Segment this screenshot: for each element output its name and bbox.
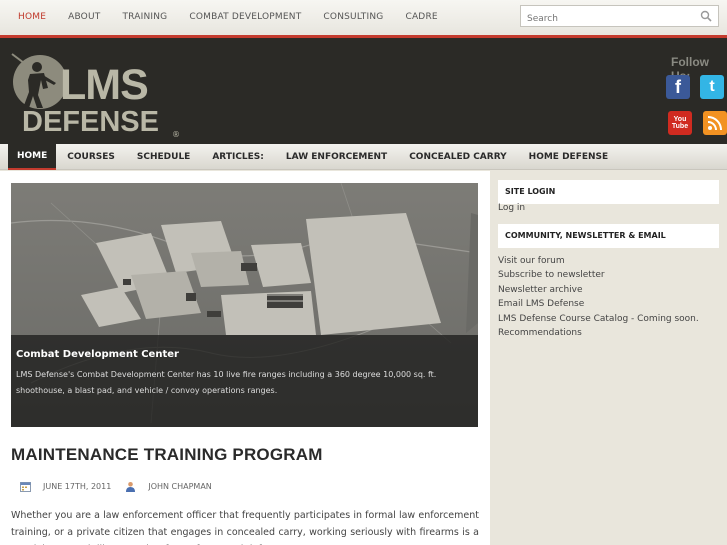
forum-link[interactable]: Visit our forum: [498, 256, 565, 266]
site-logo[interactable]: LMS DEFENSE ®: [8, 46, 188, 139]
main-nav-articles[interactable]: ARTICLES:: [201, 144, 275, 170]
featured-slider[interactable]: Combat Development Center LMS Defense's …: [11, 183, 478, 427]
log-in-link[interactable]: Log in: [498, 203, 525, 213]
top-nav-about[interactable]: ABOUT: [68, 12, 100, 22]
registered-mark: ®: [172, 130, 180, 139]
search-box: [520, 5, 719, 29]
post-author[interactable]: JOHN CHAPMAN: [148, 482, 211, 491]
top-bar: HOME ABOUT TRAINING COMBAT DEVELOPMENT C…: [0, 0, 727, 35]
youtube-icon[interactable]: You Tube: [668, 111, 692, 135]
top-nav-combat-development[interactable]: COMBAT DEVELOPMENT: [189, 12, 301, 22]
search-icon[interactable]: [700, 10, 712, 22]
main-nav-home-defense[interactable]: HOME DEFENSE: [518, 144, 620, 170]
top-nav-home[interactable]: HOME: [18, 12, 46, 22]
top-nav-cadre[interactable]: CADRE: [405, 12, 437, 22]
subscribe-newsletter-link[interactable]: Subscribe to newsletter: [498, 270, 605, 280]
main-nav-law-enforcement[interactable]: LAW ENFORCEMENT: [275, 144, 398, 170]
search-input[interactable]: [521, 9, 691, 29]
calendar-icon: [20, 481, 31, 492]
sidebar: SITE LOGIN Log in COMMUNITY, NEWSLETTER …: [490, 171, 727, 545]
top-nav-consulting[interactable]: CONSULTING: [323, 12, 383, 22]
main-nav-home[interactable]: HOME: [8, 144, 57, 170]
slider-caption: Combat Development Center LMS Defense's …: [11, 335, 478, 427]
post-meta: JUNE 17TH, 2011 JOHN CHAPMAN: [20, 480, 212, 492]
top-nav-training[interactable]: TRAINING: [122, 12, 167, 22]
slider-caption-title: Combat Development Center: [16, 349, 179, 360]
email-link[interactable]: Email LMS Defense: [498, 299, 584, 309]
logo-text-defense: DEFENSE: [22, 106, 159, 138]
main-nav-concealed-carry[interactable]: CONCEALED CARRY: [398, 144, 517, 170]
user-icon: [126, 481, 136, 492]
post-date: JUNE 17TH, 2011: [43, 481, 112, 491]
community-title: COMMUNITY, NEWSLETTER & EMAIL: [505, 231, 666, 240]
youtube-icon-text-2: Tube: [671, 123, 689, 130]
newsletter-archive-link[interactable]: Newsletter archive: [498, 285, 583, 295]
main-nav-courses[interactable]: COURSES: [56, 144, 126, 170]
site-login-title: SITE LOGIN: [505, 187, 556, 196]
post-title[interactable]: MAINTENANCE TRAINING PROGRAM: [11, 445, 323, 465]
post-excerpt: Whether you are a law enforcement office…: [11, 510, 479, 545]
course-catalog-link[interactable]: LMS Defense Course Catalog - Coming soon…: [498, 314, 699, 324]
main-nav: HOME COURSES SCHEDULE ARTICLES: LAW ENFO…: [0, 144, 727, 170]
youtube-icon-text-1: You: [673, 116, 687, 123]
logo-text-lms: LMS: [60, 61, 149, 109]
rss-icon[interactable]: [703, 111, 727, 135]
site-login-widget-header: SITE LOGIN: [498, 180, 719, 204]
slider-caption-description: LMS Defense's Combat Development Center …: [16, 370, 437, 395]
community-widget-header: COMMUNITY, NEWSLETTER & EMAIL: [498, 224, 719, 248]
main-content: Combat Development Center LMS Defense's …: [0, 171, 490, 545]
site-header: LMS DEFENSE ® Follow Us: f t You Tube: [0, 38, 727, 144]
twitter-icon[interactable]: t: [700, 75, 724, 99]
top-menu: HOME ABOUT TRAINING COMBAT DEVELOPMENT C…: [7, 0, 460, 33]
main-nav-schedule[interactable]: SCHEDULE: [126, 144, 201, 170]
recommendations-link[interactable]: Recommendations: [498, 328, 582, 338]
facebook-icon[interactable]: f: [666, 75, 690, 99]
rss-glyph-icon: [707, 116, 722, 131]
